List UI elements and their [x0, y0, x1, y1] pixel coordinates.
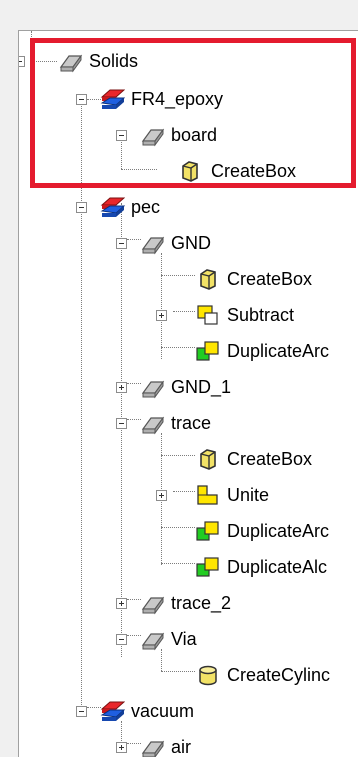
- tree-node-createbox[interactable]: CreateBox: [19, 261, 339, 297]
- create-box-icon: [200, 269, 216, 290]
- tree-node-label: GND_1: [171, 377, 232, 397]
- tree-node-label: DuplicateAlc: [227, 557, 328, 577]
- collapse-toggle-icon[interactable]: [76, 706, 87, 717]
- subtract-icon: [197, 305, 218, 325]
- collapse-toggle-icon[interactable]: [19, 56, 25, 67]
- tree-node-label: Via: [171, 629, 197, 649]
- tree-node-label: air: [171, 737, 192, 757]
- create-box-icon: [182, 161, 198, 182]
- solid-object-icon: [141, 416, 165, 435]
- tree-node-label: FR4_epoxy: [131, 89, 224, 109]
- solid-object-icon: [141, 632, 165, 651]
- tree-node-label: trace: [171, 413, 212, 433]
- tree-node-unite[interactable]: Unite: [19, 477, 339, 513]
- expand-toggle-icon[interactable]: [156, 490, 167, 501]
- duplicate-icon: [196, 557, 219, 577]
- solid-object-icon: [141, 740, 165, 757]
- tree-node-duplicate[interactable]: DuplicateArc: [19, 513, 358, 549]
- tree-node-label: DuplicateArc: [227, 521, 330, 541]
- tree-node-label: DuplicateArc: [227, 341, 330, 361]
- tree-node-gnd-1[interactable]: GND_1: [19, 369, 339, 405]
- tree-node-duplicate[interactable]: DuplicateArc: [19, 333, 358, 369]
- model-tree-panel: Solids FR4_epoxy board CreateBox pec GND…: [18, 30, 358, 757]
- solid-object-icon: [141, 380, 165, 399]
- tree-node-label: board: [171, 125, 218, 145]
- expand-toggle-icon[interactable]: [116, 742, 127, 753]
- material-icon: [100, 89, 125, 109]
- create-box-icon: [200, 449, 216, 470]
- tree-node-air[interactable]: air: [19, 729, 339, 757]
- tree-node-label: CreateCylinc: [227, 665, 331, 685]
- tree-node-fr4-epoxy[interactable]: FR4_epoxy: [19, 81, 339, 117]
- tree-node-createcylinder[interactable]: CreateCylinc: [19, 657, 358, 693]
- tree-node-createbox[interactable]: CreateBox: [19, 153, 339, 189]
- solid-object-icon: [141, 128, 165, 147]
- tree-node-createbox[interactable]: CreateBox: [19, 441, 339, 477]
- collapse-toggle-icon[interactable]: [116, 634, 127, 645]
- collapse-toggle-icon[interactable]: [76, 94, 87, 105]
- solid-object-icon: [141, 596, 165, 615]
- create-cylinder-icon: [199, 665, 217, 686]
- tree-node-board[interactable]: board: [19, 117, 339, 153]
- collapse-toggle-icon[interactable]: [116, 238, 127, 249]
- tree-node-label: pec: [131, 197, 161, 217]
- tree-node-label: GND: [171, 233, 211, 253]
- tree-node-solids[interactable]: Solids: [19, 43, 339, 79]
- tree-node-duplicate[interactable]: DuplicateAlc: [19, 549, 358, 585]
- solid-object-icon: [141, 236, 165, 255]
- tree-node-label: trace_2: [171, 593, 232, 613]
- collapse-toggle-icon[interactable]: [116, 130, 127, 141]
- material-icon: [100, 197, 125, 217]
- expand-toggle-icon[interactable]: [116, 598, 127, 609]
- material-icon: [100, 701, 125, 721]
- tree-node-label: CreateBox: [211, 161, 297, 181]
- tree-node-label: Solids: [89, 51, 139, 71]
- tree-node-subtract[interactable]: Subtract: [19, 297, 339, 333]
- tree-node-vacuum[interactable]: vacuum: [19, 693, 339, 729]
- tree-node-label: vacuum: [131, 701, 195, 721]
- collapse-toggle-icon[interactable]: [76, 202, 87, 213]
- collapse-toggle-icon[interactable]: [116, 418, 127, 429]
- expand-toggle-icon[interactable]: [116, 382, 127, 393]
- tree-node-gnd[interactable]: GND: [19, 225, 339, 261]
- tree-node-trace-2[interactable]: trace_2: [19, 585, 339, 621]
- duplicate-icon: [196, 521, 219, 541]
- tree-node-pec[interactable]: pec: [19, 189, 339, 225]
- solid-object-icon: [59, 54, 83, 73]
- expand-toggle-icon[interactable]: [156, 310, 167, 321]
- tree-node-label: Subtract: [227, 305, 295, 325]
- tree-node-trace[interactable]: trace: [19, 405, 339, 441]
- duplicate-icon: [196, 341, 219, 361]
- unite-icon: [197, 485, 218, 505]
- tree-node-label: Unite: [227, 485, 270, 505]
- tree-node-label: CreateBox: [227, 269, 313, 289]
- tree-node-label: CreateBox: [227, 449, 313, 469]
- tree-node-via[interactable]: Via: [19, 621, 339, 657]
